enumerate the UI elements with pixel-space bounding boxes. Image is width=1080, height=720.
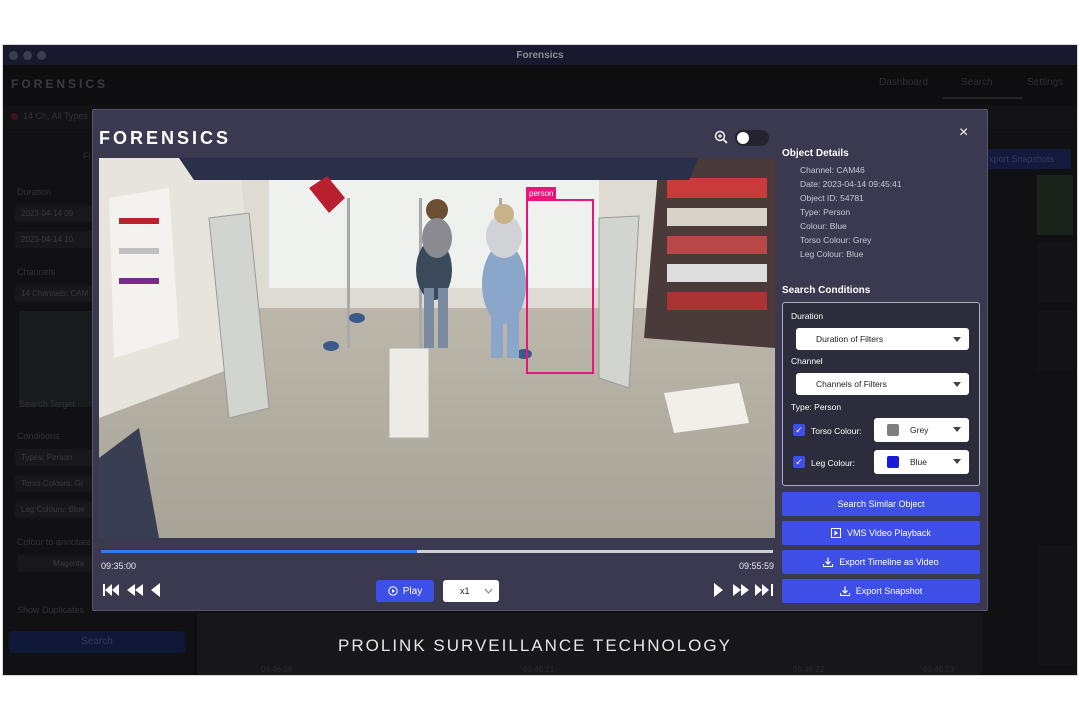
object-detail-modal: FORENSICS × person 09:35:00 09:55:59 Pla… xyxy=(92,109,988,611)
close-modal-button[interactable]: × xyxy=(959,124,968,142)
torso-colour-select[interactable]: Grey xyxy=(874,418,969,442)
download-icon xyxy=(823,557,834,567)
caret-down-icon xyxy=(953,382,961,387)
step-back-icon[interactable] xyxy=(151,583,161,602)
skip-to-end-icon[interactable] xyxy=(755,583,773,602)
torso-colour-swatch xyxy=(887,424,899,436)
chevron-down-icon xyxy=(484,588,492,594)
detail-object-id: Object ID: 54781 xyxy=(800,193,864,203)
modal-logo: FORENSICS xyxy=(99,128,231,149)
detail-leg-colour: Leg Colour: Blue xyxy=(800,249,864,259)
search-similar-label: Search Similar Object xyxy=(837,499,925,509)
skip-to-start-icon[interactable] xyxy=(103,583,121,602)
play-button[interactable]: Play xyxy=(376,580,434,602)
export-snapshot-label: Export Snapshot xyxy=(855,586,923,596)
footer-brand-text: PROLINK SURVEILLANCE TECHNOLOGY xyxy=(338,636,732,655)
duration-value: Duration of Filters xyxy=(816,334,884,344)
video-start-time: 09:35:00 xyxy=(101,561,137,571)
object-details-list: Channel: CAM46 Date: 2023-04-14 09:45:41… xyxy=(782,165,982,259)
caret-down-icon xyxy=(953,459,961,464)
detection-bounding-box[interactable] xyxy=(526,199,594,374)
leg-colour-swatch xyxy=(887,456,899,468)
leg-colour-label: Leg Colour: xyxy=(811,458,855,468)
fast-forward-icon[interactable] xyxy=(733,583,749,602)
vms-video-playback-button[interactable]: VMS Video Playback xyxy=(782,521,980,545)
toggle-knob xyxy=(737,132,749,144)
channel-value: Channels of Filters xyxy=(816,379,887,389)
detail-channel: Channel: CAM46 xyxy=(800,165,865,175)
download-icon xyxy=(839,586,850,596)
detail-torso-colour: Torso Colour: Grey xyxy=(800,235,872,245)
detail-date: Date: 2023-04-14 09:45:41 xyxy=(800,179,902,189)
detail-type: Type: Person xyxy=(800,207,851,217)
type-label: Type: Person xyxy=(791,402,842,412)
modal-logo-text: FORENSICS xyxy=(99,128,232,148)
caret-down-icon xyxy=(953,337,961,342)
leg-colour-value: Blue xyxy=(910,457,928,467)
zoom-toggle[interactable] xyxy=(735,130,769,146)
video-playback-icon xyxy=(831,528,842,538)
search-conditions-title: Search Conditions xyxy=(782,285,871,296)
torso-colour-label: Torso Colour: xyxy=(811,426,862,436)
step-forward-icon[interactable] xyxy=(713,583,723,602)
search-similar-object-button[interactable]: Search Similar Object xyxy=(782,492,980,516)
leg-colour-select[interactable]: Blue xyxy=(874,450,969,474)
export-snapshot-button[interactable]: Export Snapshot xyxy=(782,579,980,603)
search-conditions-box: Duration Duration of Filters Channel Cha… xyxy=(782,302,980,486)
torso-colour-checkbox[interactable]: ✓ xyxy=(793,424,805,436)
torso-colour-value: Grey xyxy=(910,425,929,435)
object-side-panel: Object Details Channel: CAM46 Date: 2023… xyxy=(782,148,982,603)
duration-label: Duration xyxy=(791,311,824,321)
caret-down-icon xyxy=(953,427,961,432)
play-icon xyxy=(388,586,398,596)
channel-dropdown[interactable]: Channels of Filters xyxy=(796,373,969,395)
rewind-icon[interactable] xyxy=(127,583,143,602)
object-details-title: Object Details xyxy=(782,148,849,159)
vms-playback-label: VMS Video Playback xyxy=(847,528,931,538)
export-timeline-label: Export Timeline as Video xyxy=(839,557,939,567)
video-progress-bar[interactable] xyxy=(101,550,773,553)
playback-speed-select[interactable]: x1 xyxy=(443,580,499,602)
play-label: Play xyxy=(402,585,423,597)
zoom-in-icon[interactable] xyxy=(714,130,728,149)
detail-colour: Colour: Blue xyxy=(800,221,847,231)
export-timeline-button[interactable]: Export Timeline as Video xyxy=(782,550,980,574)
channel-label: Channel xyxy=(791,356,823,366)
leg-colour-checkbox[interactable]: ✓ xyxy=(793,456,805,468)
duration-dropdown[interactable]: Duration of Filters xyxy=(796,328,969,350)
video-progress-fill xyxy=(101,550,417,553)
cctv-scene xyxy=(99,158,775,538)
video-frame[interactable]: person xyxy=(99,158,775,538)
video-end-time: 09:55:59 xyxy=(739,561,775,571)
speed-value: x1 xyxy=(460,586,470,596)
